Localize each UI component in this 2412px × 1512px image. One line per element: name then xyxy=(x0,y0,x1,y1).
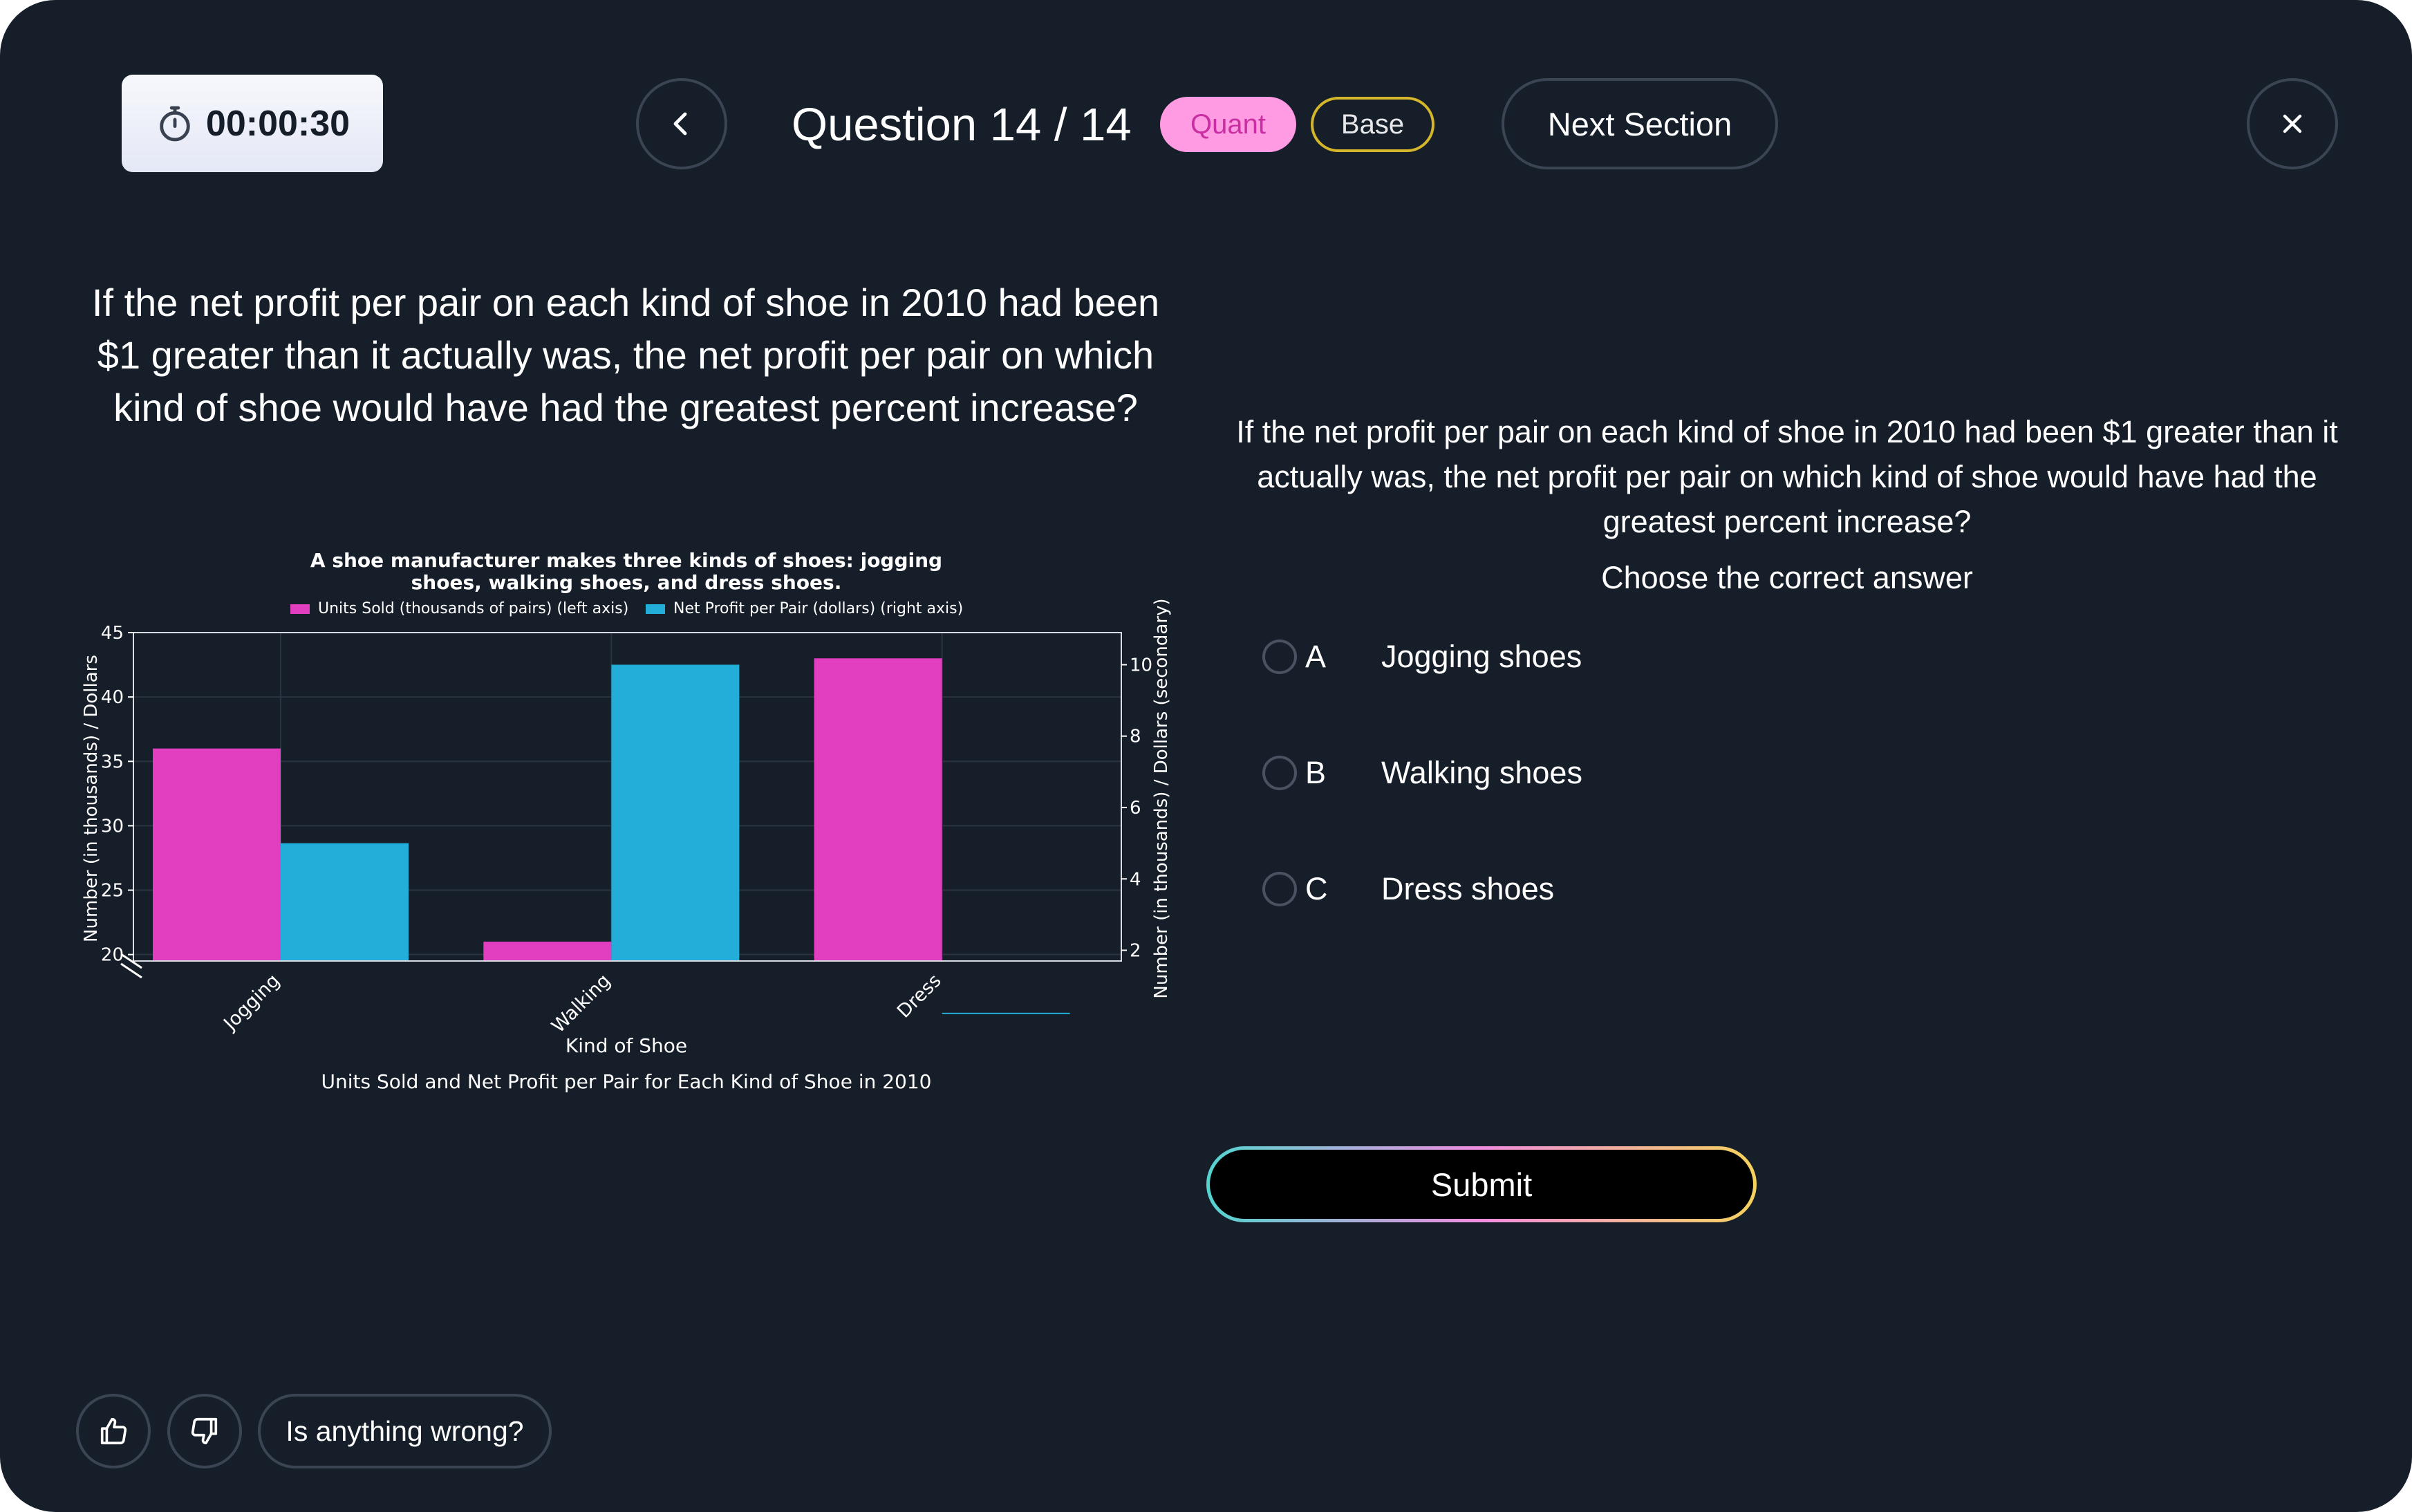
legend-swatch-2 xyxy=(646,604,665,614)
axis-break-mark xyxy=(120,953,142,979)
tick-left-1: 20 xyxy=(101,945,124,966)
chevron-left-icon xyxy=(665,107,698,140)
report-issue-button[interactable]: Is anything wrong? xyxy=(258,1394,552,1468)
option-letter: A xyxy=(1305,639,1327,674)
radio-button[interactable] xyxy=(1262,640,1297,674)
legend-label-1: Units Sold (thousands of pairs) (left ax… xyxy=(318,600,628,617)
tick-left-5: 40 xyxy=(101,687,124,708)
option-label: Dress shoes xyxy=(1381,871,1555,906)
chart-legend: Units Sold (thousands of pairs) (left ax… xyxy=(290,600,963,617)
legend-swatch-1 xyxy=(290,604,310,614)
bar-walking-units-sold xyxy=(483,942,612,961)
tick-left-2: 25 xyxy=(101,881,124,902)
option-a[interactable]: A Jogging shoes xyxy=(1262,629,1885,684)
thumbs-up-icon xyxy=(97,1415,129,1447)
bar-jogging-units-sold xyxy=(153,748,281,961)
tick-right-1: 2 xyxy=(1130,941,1141,962)
tick-x-jogging: Jogging xyxy=(219,970,284,1035)
x-axis-label: Kind of Shoe xyxy=(565,1034,687,1057)
option-letter: C xyxy=(1305,871,1328,906)
answer-prompt: Choose the correct answer xyxy=(1601,560,1973,595)
question-text: If the net profit per pair on each kind … xyxy=(91,281,1160,429)
submit-button[interactable]: Submit xyxy=(1206,1146,1757,1222)
thumbs-down-button[interactable] xyxy=(167,1394,242,1468)
submit-label: Submit xyxy=(1210,1150,1753,1219)
next-section-button[interactable]: Next Section xyxy=(1502,78,1778,169)
tick-left-3: 30 xyxy=(101,816,124,837)
thumbs-up-button[interactable] xyxy=(76,1394,151,1468)
close-button[interactable] xyxy=(2247,78,2338,169)
y-axis-label-right: Number (in thousands) / Dollars (seconda… xyxy=(1151,598,1172,998)
option-letter: B xyxy=(1305,755,1327,790)
section-tag-quant: Quant xyxy=(1160,97,1296,152)
option-label: Jogging shoes xyxy=(1381,639,1582,674)
close-icon xyxy=(2277,109,2308,139)
chart-title: A shoe manufacturer makes three kinds of… xyxy=(310,549,942,594)
bar-chart: A shoe manufacturer makes three kinds of… xyxy=(81,549,1172,1093)
question-counter: Question 14 / 14 xyxy=(792,98,1132,151)
y-axis-label: Number (in thousands) / Dollars xyxy=(81,655,102,942)
tick-x-dress: Dress xyxy=(893,970,946,1023)
bar-dress-net-profit xyxy=(942,1012,1070,1014)
stopwatch-icon xyxy=(155,104,195,144)
bar-dress-units-sold xyxy=(814,658,942,961)
tick-right-3: 6 xyxy=(1130,798,1141,819)
option-label: Walking shoes xyxy=(1381,755,1582,790)
tick-right-4: 8 xyxy=(1130,727,1141,747)
radio-button[interactable] xyxy=(1262,872,1297,906)
chart-caption: Units Sold and Net Profit per Pair for E… xyxy=(321,1070,932,1093)
tick-left-6: 45 xyxy=(101,623,124,644)
tick-left-4: 35 xyxy=(101,752,124,772)
tick-right-5: 10 xyxy=(1130,655,1152,675)
thumbs-down-icon xyxy=(189,1415,221,1447)
tick-right-2: 4 xyxy=(1130,869,1141,890)
bar-walking-net-profit xyxy=(611,664,740,961)
option-c[interactable]: C Dress shoes xyxy=(1262,861,1885,917)
previous-question-button[interactable] xyxy=(636,78,727,169)
option-b[interactable]: B Walking shoes xyxy=(1262,745,1885,801)
difficulty-tag-base: Base xyxy=(1311,97,1434,152)
question-text-repeat: If the net profit per pair on each kind … xyxy=(1236,414,2338,539)
timer: 00:00:30 xyxy=(122,75,383,172)
radio-button[interactable] xyxy=(1262,756,1297,790)
tick-x-walking: Walking xyxy=(548,970,615,1037)
app-frame: 00:00:30 Question 14 / 14 Quant Base Nex… xyxy=(0,0,2412,1512)
legend-label-2: Net Profit per Pair (dollars) (right axi… xyxy=(673,600,963,617)
timer-value: 00:00:30 xyxy=(205,103,350,144)
bar-jogging-net-profit xyxy=(281,843,409,961)
